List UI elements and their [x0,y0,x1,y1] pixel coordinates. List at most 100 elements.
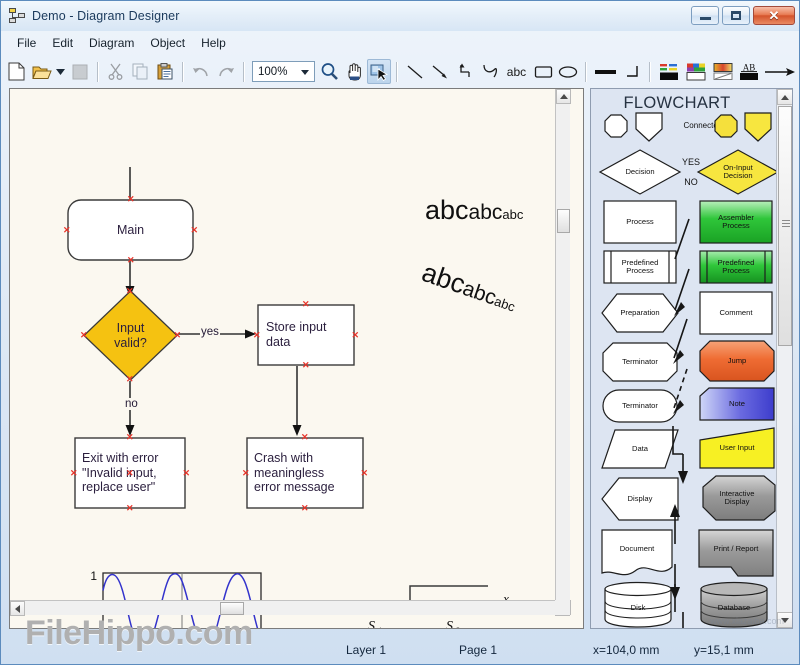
maximize-button[interactable] [722,6,750,25]
rectangle-tool-button[interactable] [531,59,555,84]
paste-button[interactable] [153,59,177,84]
vertical-scroll-thumb[interactable] [557,209,570,233]
palette-shape-comment[interactable]: Comment [699,291,773,335]
connection-handle[interactable]: ✕ [127,195,135,204]
palette-shape-assembler-process[interactable]: Assembler Process [699,200,773,244]
connection-handle[interactable]: ✕ [360,469,368,478]
zoom-tool-button[interactable] [318,59,342,84]
select-tool-button[interactable] [367,59,392,84]
palette-shape-connector-octagon-yellow[interactable] [714,114,738,138]
palette-scrollbar[interactable] [776,89,792,628]
save-button[interactable] [68,59,92,84]
arrow-style-button[interactable] [763,59,797,84]
curve-connector-button[interactable] [478,59,502,84]
palette-shape-process[interactable]: Process [603,200,677,244]
drawing-canvas[interactable]: Main ✕ ✕ ✕ ✕ Input valid? ✕ ✕ ✕ ✕ Store … [10,89,571,628]
line-tool-button[interactable] [403,59,427,84]
palette-shape-interactive-display[interactable]: Interactive Display [698,475,776,521]
gradient-fill-button[interactable] [710,59,736,84]
connection-handle[interactable]: ✕ [351,331,359,340]
predefined-process-shape [699,250,773,284]
cut-button[interactable] [104,59,128,84]
connection-handle[interactable]: ✕ [127,256,135,265]
connection-handle[interactable]: ✕ [301,433,309,442]
text-tool-button[interactable]: abc [503,59,531,84]
connection-handle[interactable]: ✕ [242,469,250,478]
text-color-button[interactable]: AB [736,59,762,84]
menu-diagram[interactable]: Diagram [82,34,141,52]
ellipse-tool-button[interactable] [556,59,580,84]
connection-handle[interactable]: ✕ [63,226,71,235]
connection-handle[interactable]: ✕ [173,331,181,340]
elbow-connector-button[interactable] [453,59,477,84]
connection-handle[interactable]: ✕ [80,331,88,340]
undo-button[interactable] [189,59,213,84]
flowchart-node-store-input[interactable]: Store input data ✕ ✕ ✕ ✕ [253,300,359,370]
connection-handle[interactable]: ✕ [126,433,134,442]
step-diagram[interactable]: x S 1 S 2 x = 0 [338,567,553,628]
connection-handle[interactable]: ✕ [190,226,198,235]
palette-shape-terminator-octagon[interactable]: Terminator [602,342,678,382]
close-button[interactable]: ✕ [753,6,795,25]
arrow-tool-button[interactable] [428,59,452,84]
palette-scroll-thumb[interactable] [778,106,792,346]
pan-tool-button[interactable] [342,59,366,84]
horizontal-scroll-thumb[interactable] [220,602,244,615]
canvas-horizontal-scrollbar[interactable] [10,600,570,616]
palette-shape-connector-pentagon[interactable] [634,112,664,142]
fill-color-button[interactable] [683,59,709,84]
curve-connector-icon [483,64,497,78]
zoom-level-combobox[interactable]: 100% [252,61,315,82]
menu-help[interactable]: Help [194,34,233,52]
connection-handle[interactable]: ✕ [301,504,309,513]
palette-shape-predefined-process-green[interactable]: Predefined Process [699,250,773,284]
palette-shape-data[interactable]: Data [601,429,679,469]
connection-handle[interactable]: ✕ [253,331,261,340]
minimize-button[interactable] [691,6,719,25]
menu-object[interactable]: Object [143,34,192,52]
flowchart-node-decision[interactable]: Input valid? ✕ ✕ ✕ ✕ [80,287,181,384]
connection-handle[interactable]: ✕ [126,375,134,384]
connection-handle[interactable]: ✕ [70,469,78,478]
palette-shape-display[interactable]: Display [601,477,679,521]
flowchart-node-main[interactable]: Main ✕ ✕ ✕ ✕ [63,195,198,265]
copy-button[interactable] [129,59,153,84]
scroll-up-button[interactable] [556,89,571,104]
connection-handle[interactable]: ✕ [126,287,134,296]
connection-handle[interactable]: ✕ [126,469,134,478]
flowchart-node-exit-error[interactable]: Exit with error "Invalid input, replace us… [70,433,190,513]
new-document-button[interactable] [5,59,29,84]
open-dropdown-button[interactable] [55,59,67,84]
scroll-left-button[interactable] [10,601,25,616]
palette-shape-connector-pentagon-yellow[interactable] [743,112,773,142]
canvas-vertical-scrollbar[interactable] [555,89,571,615]
sine-wave-chart[interactable]: 1 0 -1 -10 0 10 x [65,567,280,628]
palette-shape-connector-octagon[interactable] [604,114,628,138]
palette-shape-disk[interactable]: Disk [603,581,673,628]
palette-shape-preparation[interactable]: Preparation [601,293,679,333]
redo-button[interactable] [214,59,238,84]
palette-shape-user-input[interactable]: User Input [699,427,775,469]
palette-scroll-up-button[interactable] [777,89,792,105]
flowchart-node-crash[interactable]: Crash with meaningless error message ✕ ✕ ✕… [242,433,368,513]
open-file-button[interactable] [30,59,54,84]
palette-shape-document[interactable]: Document [601,529,673,577]
palette-shape-terminator-stadium[interactable]: Terminator [602,389,678,423]
connection-handle[interactable]: ✕ [302,361,310,370]
menu-edit[interactable]: Edit [45,34,80,52]
connection-handle[interactable]: ✕ [302,300,310,309]
corner-style-button[interactable] [621,59,645,84]
connection-handle[interactable]: ✕ [182,469,190,478]
line-width-button[interactable] [592,59,620,84]
connection-handle[interactable]: ✕ [126,504,134,513]
palette-scroll-down-button[interactable] [777,612,792,628]
menu-file[interactable]: File [10,34,43,52]
palette-shape-database[interactable]: Database [699,581,769,628]
palette-shape-print-report[interactable]: Print / Report [698,529,774,577]
palette-shape-predefined-process[interactable]: Predefined Process [603,250,677,284]
arrow-style-icon [765,67,796,76]
palette-shape-note[interactable]: Note [699,387,775,421]
line-color-button[interactable] [656,59,682,84]
text-sample-horizontal[interactable]: abcabcabc [425,195,523,226]
palette-shape-jump[interactable]: Jump [699,340,775,382]
